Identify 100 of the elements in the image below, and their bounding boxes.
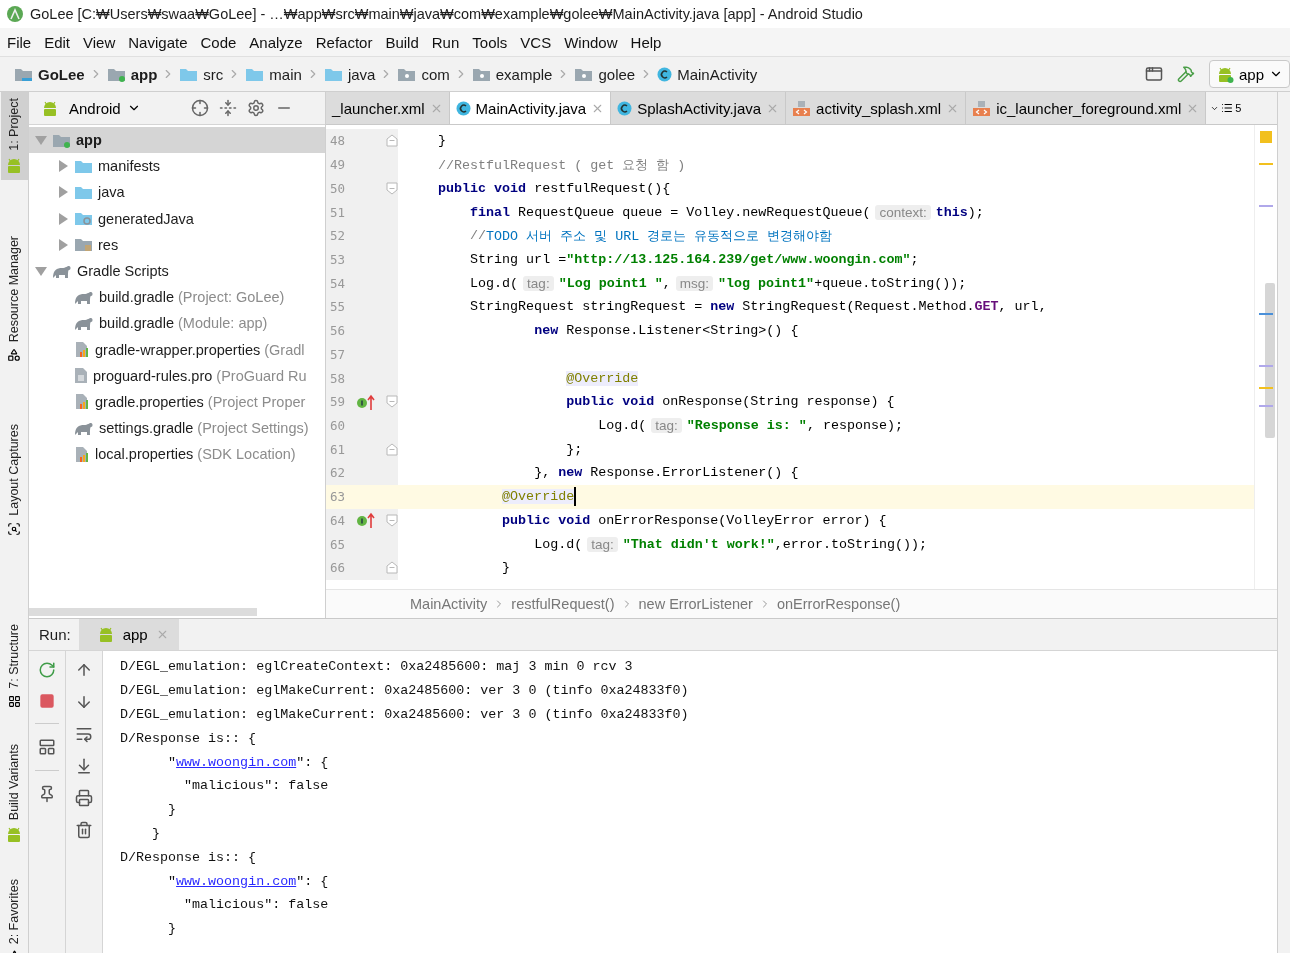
side-tab[interactable]: 7: Structure xyxy=(0,618,28,714)
breadcrumb-item[interactable]: com xyxy=(421,65,450,83)
menu-item[interactable]: Analyze xyxy=(244,33,308,51)
delete-button[interactable] xyxy=(75,821,93,839)
fold-marker-icon[interactable] xyxy=(386,561,398,575)
side-tab[interactable]: 1: Project xyxy=(0,92,28,180)
tree-row[interactable]: generatedJava xyxy=(29,205,325,232)
expanded-arrow-icon[interactable] xyxy=(35,134,47,147)
breadcrumb-item[interactable]: golee xyxy=(598,65,636,83)
menu-item[interactable]: Build xyxy=(380,33,424,51)
keyword: public void xyxy=(566,394,655,410)
editor-tab[interactable]: MainActivity.java xyxy=(449,92,612,124)
menu-item[interactable]: Edit xyxy=(39,33,76,51)
string-literal: "log point1" xyxy=(718,275,815,291)
tree-row[interactable]: settings.gradle (Project Settings) xyxy=(29,415,325,442)
pin-button[interactable] xyxy=(38,785,56,803)
print-button[interactable] xyxy=(75,789,93,807)
up-button[interactable] xyxy=(75,661,93,679)
collapsed-arrow-icon[interactable] xyxy=(57,238,69,251)
xml-file-icon xyxy=(792,99,812,117)
editor-tab[interactable]: ic_launcher_foreground.xml xyxy=(966,92,1207,124)
menu-item[interactable]: Run xyxy=(426,33,465,51)
fold-marker-icon[interactable] xyxy=(386,181,398,195)
settings-icon[interactable] xyxy=(246,99,265,117)
breadcrumb-item[interactable]: onErrorResponse() xyxy=(776,596,901,612)
folder-icon xyxy=(14,66,33,82)
breadcrumb-item[interactable]: src xyxy=(203,65,224,83)
menu-item[interactable]: File xyxy=(2,33,37,51)
stripe-mark xyxy=(1259,163,1273,165)
collapsed-arrow-icon[interactable] xyxy=(57,212,69,225)
soft-wrap-button[interactable] xyxy=(75,725,93,743)
breadcrumb-item[interactable]: main xyxy=(269,65,302,83)
scroll-to-end-button[interactable] xyxy=(75,757,93,775)
menu-item[interactable]: Help xyxy=(625,33,667,51)
menu-item[interactable]: View xyxy=(78,33,121,51)
side-tab[interactable]: Layout Captures xyxy=(0,418,28,542)
scrollbar-thumb[interactable] xyxy=(1265,283,1275,438)
menu-item[interactable]: Navigate xyxy=(123,33,193,51)
tree-row[interactable]: local.properties (SDK Location) xyxy=(29,441,325,468)
view-dropdown[interactable]: Android xyxy=(69,99,141,117)
code-text: } xyxy=(438,133,447,149)
tree-row[interactable]: gradle-wrapper.properties (Gradl xyxy=(29,336,325,363)
todo-comment: TODO 서버 주소 및 URL 경로는 유동적으로 변경해야함 xyxy=(486,227,833,245)
folder-icon xyxy=(471,66,491,82)
fold-marker-icon[interactable] xyxy=(386,134,398,148)
layout-button[interactable] xyxy=(38,738,56,756)
tree-item-detail: (Gradl xyxy=(264,341,305,358)
console-text: D/EGL_emulation: eglMakeCurrent: 0xa2485600: ver 3 0 (tinfo 0xa24833f0) xyxy=(120,683,689,699)
tree-row[interactable]: build.gradle (Project: GoLee) xyxy=(29,284,325,311)
locate-icon[interactable] xyxy=(190,99,209,117)
collapsed-arrow-icon[interactable] xyxy=(57,186,69,199)
tree-row[interactable]: build.gradle (Module: app) xyxy=(29,310,325,337)
tree-row[interactable]: proguard-rules.pro (ProGuard Ru xyxy=(29,362,325,389)
fold-marker-icon[interactable] xyxy=(386,513,398,527)
editor-tab[interactable]: activity_splash.xml xyxy=(786,92,967,124)
stop-button[interactable] xyxy=(39,693,55,709)
menu-item[interactable]: Tools xyxy=(467,33,513,51)
console-text: " xyxy=(168,754,177,770)
fold-marker-icon[interactable] xyxy=(386,395,398,409)
code-text: ,error.toString()); xyxy=(774,536,927,552)
breadcrumb-item[interactable]: restfulRequest() xyxy=(511,596,615,612)
run-window-icon[interactable] xyxy=(1144,65,1163,83)
editor-tab[interactable]: _launcher.xml xyxy=(326,92,450,124)
tree-row[interactable]: Gradle Scripts xyxy=(29,257,325,285)
menu-item[interactable]: Refactor xyxy=(310,33,378,51)
menu-item[interactable]: Window xyxy=(559,33,623,51)
breadcrumb-item[interactable]: example xyxy=(495,65,553,83)
collapse-all-icon[interactable] xyxy=(218,99,237,117)
menu-item[interactable]: Code xyxy=(195,33,242,51)
side-tab[interactable]: 2: Favorites xyxy=(0,872,28,953)
console-text: "malicious": false xyxy=(184,897,329,913)
fold-marker-icon[interactable] xyxy=(386,442,398,456)
run-tab[interactable]: app xyxy=(78,619,179,650)
rerun-button[interactable] xyxy=(38,661,56,679)
side-tab[interactable]: Resource Manager xyxy=(0,229,28,369)
code-text: RequestQueue queue = Volley.newRequestQueue( xyxy=(517,204,871,220)
breadcrumb-item[interactable]: GoLee xyxy=(38,65,85,83)
run-config-dropdown[interactable]: app xyxy=(1208,60,1290,88)
tree-row[interactable]: res xyxy=(29,231,325,258)
tree-row[interactable]: app xyxy=(29,127,325,154)
menu-item[interactable]: VCS xyxy=(515,33,557,51)
breadcrumb-item[interactable]: app xyxy=(130,65,158,83)
chart-file-icon xyxy=(74,341,90,359)
side-tab[interactable]: Build Variants xyxy=(0,737,28,849)
breadcrumb-item[interactable]: java xyxy=(347,65,376,83)
breadcrumb-item[interactable]: new ErrorListener xyxy=(638,596,753,612)
expanded-arrow-icon[interactable] xyxy=(35,265,47,278)
editor-tab[interactable]: SplashActivity.java xyxy=(611,92,787,124)
tree-row[interactable]: gradle.properties (Project Proper xyxy=(29,388,325,416)
console-link[interactable]: www.woongin.com xyxy=(176,873,297,889)
code-text: Response.ErrorListener() { xyxy=(589,465,799,481)
hammer-icon[interactable] xyxy=(1176,65,1195,83)
folder-icon xyxy=(74,211,93,227)
tree-row[interactable]: java xyxy=(29,179,325,206)
tree-row[interactable]: manifests xyxy=(29,153,325,180)
console-link[interactable]: www.woongin.com xyxy=(176,754,297,770)
breadcrumb-item[interactable]: MainActivity xyxy=(677,65,758,83)
collapsed-arrow-icon[interactable] xyxy=(57,160,69,173)
down-button[interactable] xyxy=(75,693,93,711)
breadcrumb-item[interactable]: MainActivity xyxy=(410,596,488,612)
